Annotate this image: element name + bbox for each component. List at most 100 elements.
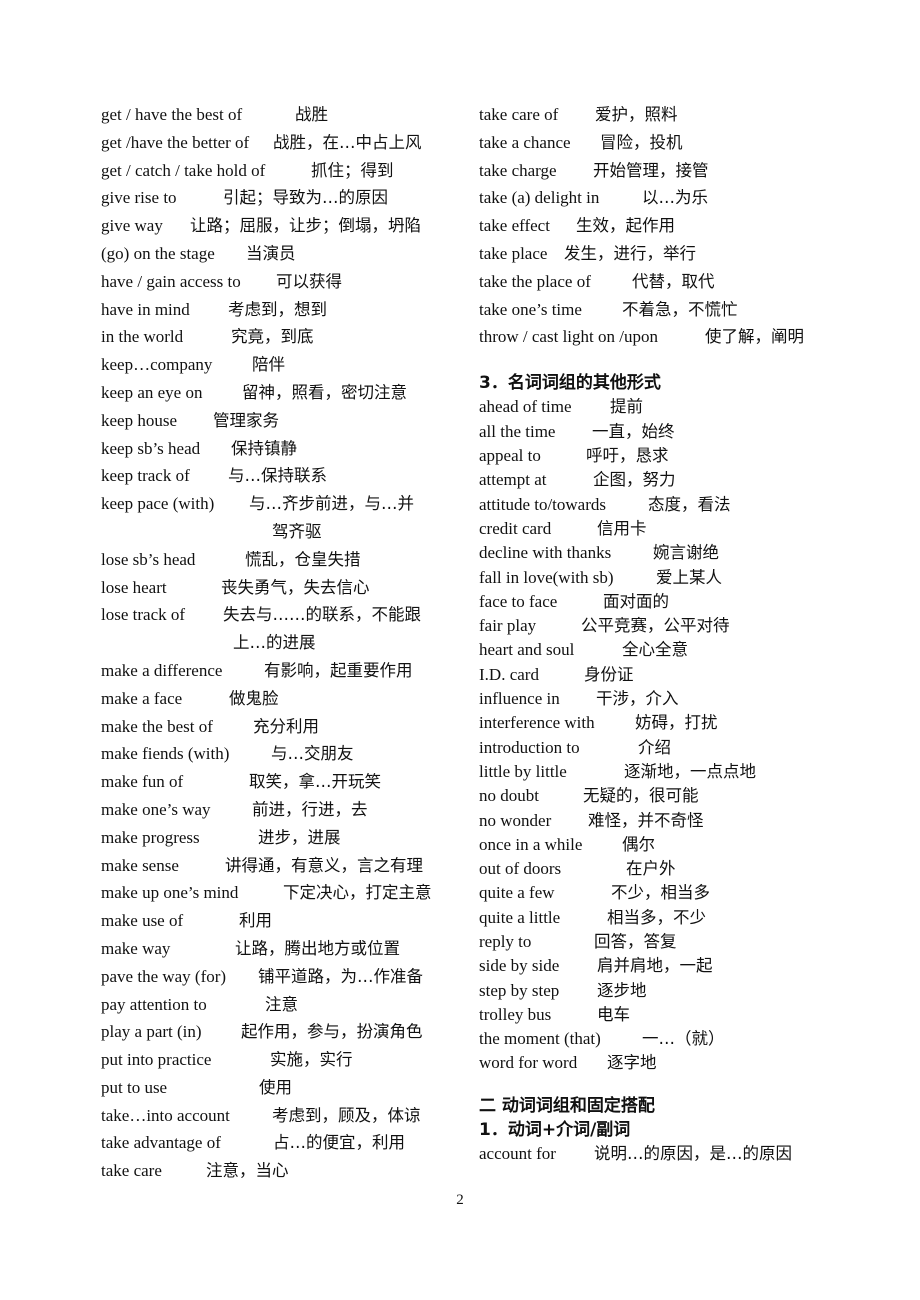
phrase-entry: heart and soul 全心全意 xyxy=(479,639,839,663)
phrase-entry: quite a little 相当多，不少 xyxy=(479,907,839,931)
phrase-english: keep pace (with) xyxy=(101,494,215,514)
phrase-entry: take advantage of 占…的便宜，利用 xyxy=(101,1132,461,1160)
phrase-english: I.D. card xyxy=(479,664,539,684)
phrase-entry: get /have the better of 战胜，在…中占上风 xyxy=(101,132,461,160)
phrase-english: attitude to/towards xyxy=(479,494,607,514)
phrase-entry: take charge 开始管理，接管 xyxy=(479,160,839,188)
phrase-chinese: 考虑到，顾及，体谅 xyxy=(272,1105,421,1125)
phrase-chinese: 有影响，起重要作用 xyxy=(264,660,413,680)
phrase-english: make up one’s mind xyxy=(101,883,239,903)
phrase-chinese: 不着急，不慌忙 xyxy=(622,299,738,319)
phrase-chinese: 前进，行进，去 xyxy=(252,799,368,819)
phrase-entry: keep…company 陪伴 xyxy=(101,354,461,382)
phrase-entry: make up one’s mind 下定决心，打定主意 xyxy=(101,882,461,910)
phrase-english: take (a) delight in xyxy=(479,188,600,208)
phrase-chinese: 爱上某人 xyxy=(656,567,722,587)
phrase-entry: lose heart 丧失勇气，失去信心 xyxy=(101,577,461,605)
phrase-chinese: 不少，相当多 xyxy=(611,883,710,903)
phrase-chinese: 利用 xyxy=(239,911,272,931)
phrase-chinese: 肩并肩地，一起 xyxy=(597,956,713,976)
phrase-entry: pave the way (for) 铺平道路，为…作准备 xyxy=(101,966,461,994)
phrase-chinese: 在户外 xyxy=(626,859,676,879)
phrase-entry: attempt at 企图，努力 xyxy=(479,469,839,493)
phrase-entry: little by little 逐渐地，一点点地 xyxy=(479,761,839,785)
phrase-english: keep an eye on xyxy=(101,382,203,402)
phrase-english: take one’s time xyxy=(479,299,582,319)
phrase-english: in the world xyxy=(101,327,184,347)
phrase-chinese: 让路；屈服，让步；倒塌，坍陷 xyxy=(190,216,421,236)
phrase-english: lose heart xyxy=(101,577,167,597)
phrase-english: have in mind xyxy=(101,299,190,319)
phrase-english: reply to xyxy=(479,932,532,951)
phrase-chinese: 说明…的原因，是…的原因 xyxy=(594,1144,792,1164)
phrase-chinese: 下定决心，打定主意 xyxy=(283,883,432,903)
phrase-entry: play a part (in) 起作用，参与，扮演角色 xyxy=(101,1021,461,1049)
phrase-english: little by little xyxy=(479,761,567,781)
phrase-english: get /have the better of xyxy=(101,132,250,152)
phrase-english: play a part (in) xyxy=(101,1022,202,1042)
phrase-english: pave the way (for) xyxy=(101,966,227,986)
phrase-english: word for word xyxy=(479,1053,578,1073)
phrase-entry: all the time 一直，始终 xyxy=(479,421,839,445)
phrase-english: lose track of xyxy=(101,605,186,625)
document-page: get / have the best of 战胜 get /have the be… xyxy=(0,0,920,1300)
phrase-chinese: 注意 xyxy=(265,994,298,1014)
phrase-chinese: 充分利用 xyxy=(253,716,319,736)
phrase-english: keep track of xyxy=(101,466,190,486)
section2-heading: 二 动词词组和固定搭配 xyxy=(479,1095,655,1116)
phrase-english: take charge xyxy=(479,160,557,180)
phrase-english: give rise to xyxy=(101,188,177,208)
phrase-english: no wonder xyxy=(479,810,552,830)
phrase-chinese: 丧失勇气，失去信心 xyxy=(221,577,370,597)
phrase-english: put to use xyxy=(101,1077,168,1097)
phrase-english: quite a few xyxy=(479,883,555,903)
phrase-chinese: 管理家务 xyxy=(213,410,279,430)
phrase-english: make one’s way xyxy=(101,799,211,819)
phrase-entry: make way 让路，腾出地方或位置 xyxy=(101,938,461,966)
phrase-chinese: 可以获得 xyxy=(276,271,342,291)
phrase-entry: give rise to 引起；导致为…的原因 xyxy=(101,187,461,215)
phrase-chinese: 企图，努力 xyxy=(593,470,676,490)
phrase-chinese: 信用卡 xyxy=(597,518,647,538)
phrase-english: make a difference xyxy=(101,660,223,680)
phrase-entry: credit card 信用卡 xyxy=(479,518,839,542)
phrase-entry: get / have the best of 战胜 xyxy=(101,104,461,132)
phrase-entry: account for 说明…的原因，是…的原因 xyxy=(479,1143,839,1167)
phrase-chinese: 使了解，阐明 xyxy=(705,327,804,347)
phrase-english: introduction to xyxy=(479,737,580,757)
phrase-entry: make use of 利用 xyxy=(101,910,461,938)
phrase-chinese: 代替，取代 xyxy=(632,271,715,291)
phrase-entry: give way 让路；屈服，让步；倒塌，坍陷 xyxy=(101,215,461,243)
phrase-entry: keep an eye on 留神，照看，密切注意 xyxy=(101,382,461,410)
phrase-chinese: 与…保持联系 xyxy=(228,466,327,486)
phrase-chinese: 占…的便宜，利用 xyxy=(273,1133,405,1153)
phrase-entry: make the best of 充分利用 xyxy=(101,716,461,744)
phrase-english: make use of xyxy=(101,911,184,931)
phrase-entry: have / gain access to 可以获得 xyxy=(101,271,461,299)
phrase-entry: make one’s way 前进，行进，去 xyxy=(101,799,461,827)
phrase-entry: keep sb’s head 保持镇静 xyxy=(101,438,461,466)
phrase-entry: make fun of 取笑，拿…开玩笑 xyxy=(101,771,461,799)
phrase-english: face to face xyxy=(479,591,558,611)
phrase-english: quite a little xyxy=(479,907,561,927)
phrase-english: make fiends (with) xyxy=(101,744,230,764)
phrase-english: fair play xyxy=(479,616,537,636)
phrase-english: decline with thanks xyxy=(479,543,612,563)
phrase-entry: influence in 干涉，介入 xyxy=(479,688,839,712)
phrase-chinese: 无疑的，很可能 xyxy=(583,786,699,806)
phrase-entry: face to face 面对面的 xyxy=(479,591,839,615)
phrase-chinese: 考虑到，想到 xyxy=(228,299,327,319)
phrase-entry: quite a few 不少，相当多 xyxy=(479,882,839,906)
phrase-chinese: 保持镇静 xyxy=(231,438,297,458)
phrase-entry: keep house 管理家务 xyxy=(101,410,461,438)
phrase-chinese: 提前 xyxy=(610,397,643,417)
phrase-english: the moment (that) xyxy=(479,1029,601,1049)
phrase-english: side by side xyxy=(479,956,560,976)
phrase-chinese: 逐字地 xyxy=(607,1053,657,1073)
phrase-english: take a chance xyxy=(479,132,571,152)
phrase-english: get / catch / take hold of xyxy=(101,160,266,180)
noun-phrase-list: ahead of time 提前 all the time 一直，始终 appeal t… xyxy=(479,396,839,1076)
phrase-english: fall in love(with sb) xyxy=(479,567,614,587)
phrase-chinese: 让路，腾出地方或位置 xyxy=(235,938,400,958)
phrase-entry: take place 发生，进行，举行 xyxy=(479,243,839,271)
